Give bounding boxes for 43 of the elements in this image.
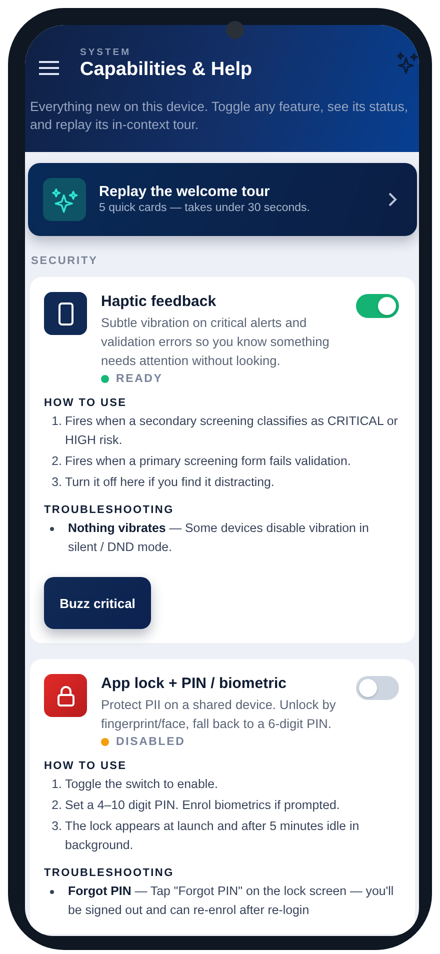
chevron-right-icon xyxy=(388,192,397,207)
section-heading: HOW TO USE xyxy=(44,760,128,772)
status-label: READY xyxy=(116,373,163,385)
bullet-icon xyxy=(50,527,54,531)
feature-title: Haptic feedback xyxy=(101,293,218,310)
camera-dot xyxy=(226,21,244,39)
step-number: 1. xyxy=(50,413,62,430)
bullet-icon xyxy=(50,890,54,894)
action-button[interactable]: Buzz critical xyxy=(44,577,151,629)
feature-description: Protect PII on a shared device. Unlock by fingerprint/face, fall back to a 6-digit PIN. xyxy=(101,696,337,733)
section-heading: HOW TO USE xyxy=(44,397,128,409)
troubleshooting-text: Forgot PIN — Tap "Forgot PIN" on the lock screen — you'll be signed out and can re-enrol after re-login xyxy=(68,883,395,919)
step-text: Set a 4–10 digit PIN. Enrol biometrics if prompted. xyxy=(65,797,340,814)
status-label: DISABLED xyxy=(116,736,186,748)
step-number: 2. xyxy=(50,797,62,814)
sparkles-icon[interactable] xyxy=(397,52,419,74)
phone-icon xyxy=(44,292,87,335)
step-text: Turn it off here if you find it distracting. xyxy=(65,474,274,491)
step-number: 3. xyxy=(50,474,62,491)
padlock-icon xyxy=(44,674,87,717)
step-text: Fires when a primary screening form fails validation. xyxy=(65,453,351,470)
header-description: Everything new on this device. Toggle any feature, see its status, and replay its in-context tour. xyxy=(30,98,410,134)
section-heading: TROUBLESHOOTING xyxy=(44,504,175,516)
overline-label: SYSTEM xyxy=(80,47,132,58)
toggle-switch[interactable] xyxy=(356,294,399,318)
feature-title: App lock + PIN / biometric xyxy=(101,675,288,692)
section-heading: TROUBLESHOOTING xyxy=(44,867,175,879)
tour-card[interactable]: Replay the welcome tour 5 quick cards — takes under 30 seconds. xyxy=(28,163,417,236)
sparkles-icon xyxy=(43,178,86,221)
tour-subtitle: 5 quick cards — takes under 30 seconds. xyxy=(99,201,311,216)
step-number: 2. xyxy=(50,453,62,470)
step-number: 3. xyxy=(50,818,62,835)
toggle-switch[interactable] xyxy=(356,676,399,700)
step-text: Toggle the switch to enable. xyxy=(65,776,218,793)
troubleshooting-text: Nothing vibrates — Some devices disable vibration in silent / DND mode. xyxy=(68,520,370,556)
step-text: Fires when a secondary screening classifies as CRITICAL or HIGH risk. xyxy=(65,413,399,449)
page-title: Capabilities & Help xyxy=(80,58,254,82)
menu-icon[interactable] xyxy=(39,61,59,75)
section-label: SECURITY xyxy=(31,255,99,267)
tour-title: Replay the welcome tour xyxy=(99,183,271,201)
step-number: 1. xyxy=(50,776,62,793)
step-text: The lock appears at launch and after 5 minutes idle in background. xyxy=(65,818,360,854)
feature-description: Subtle vibration on critical alerts and validation errors so you know something needs attention without looking. xyxy=(101,314,330,370)
